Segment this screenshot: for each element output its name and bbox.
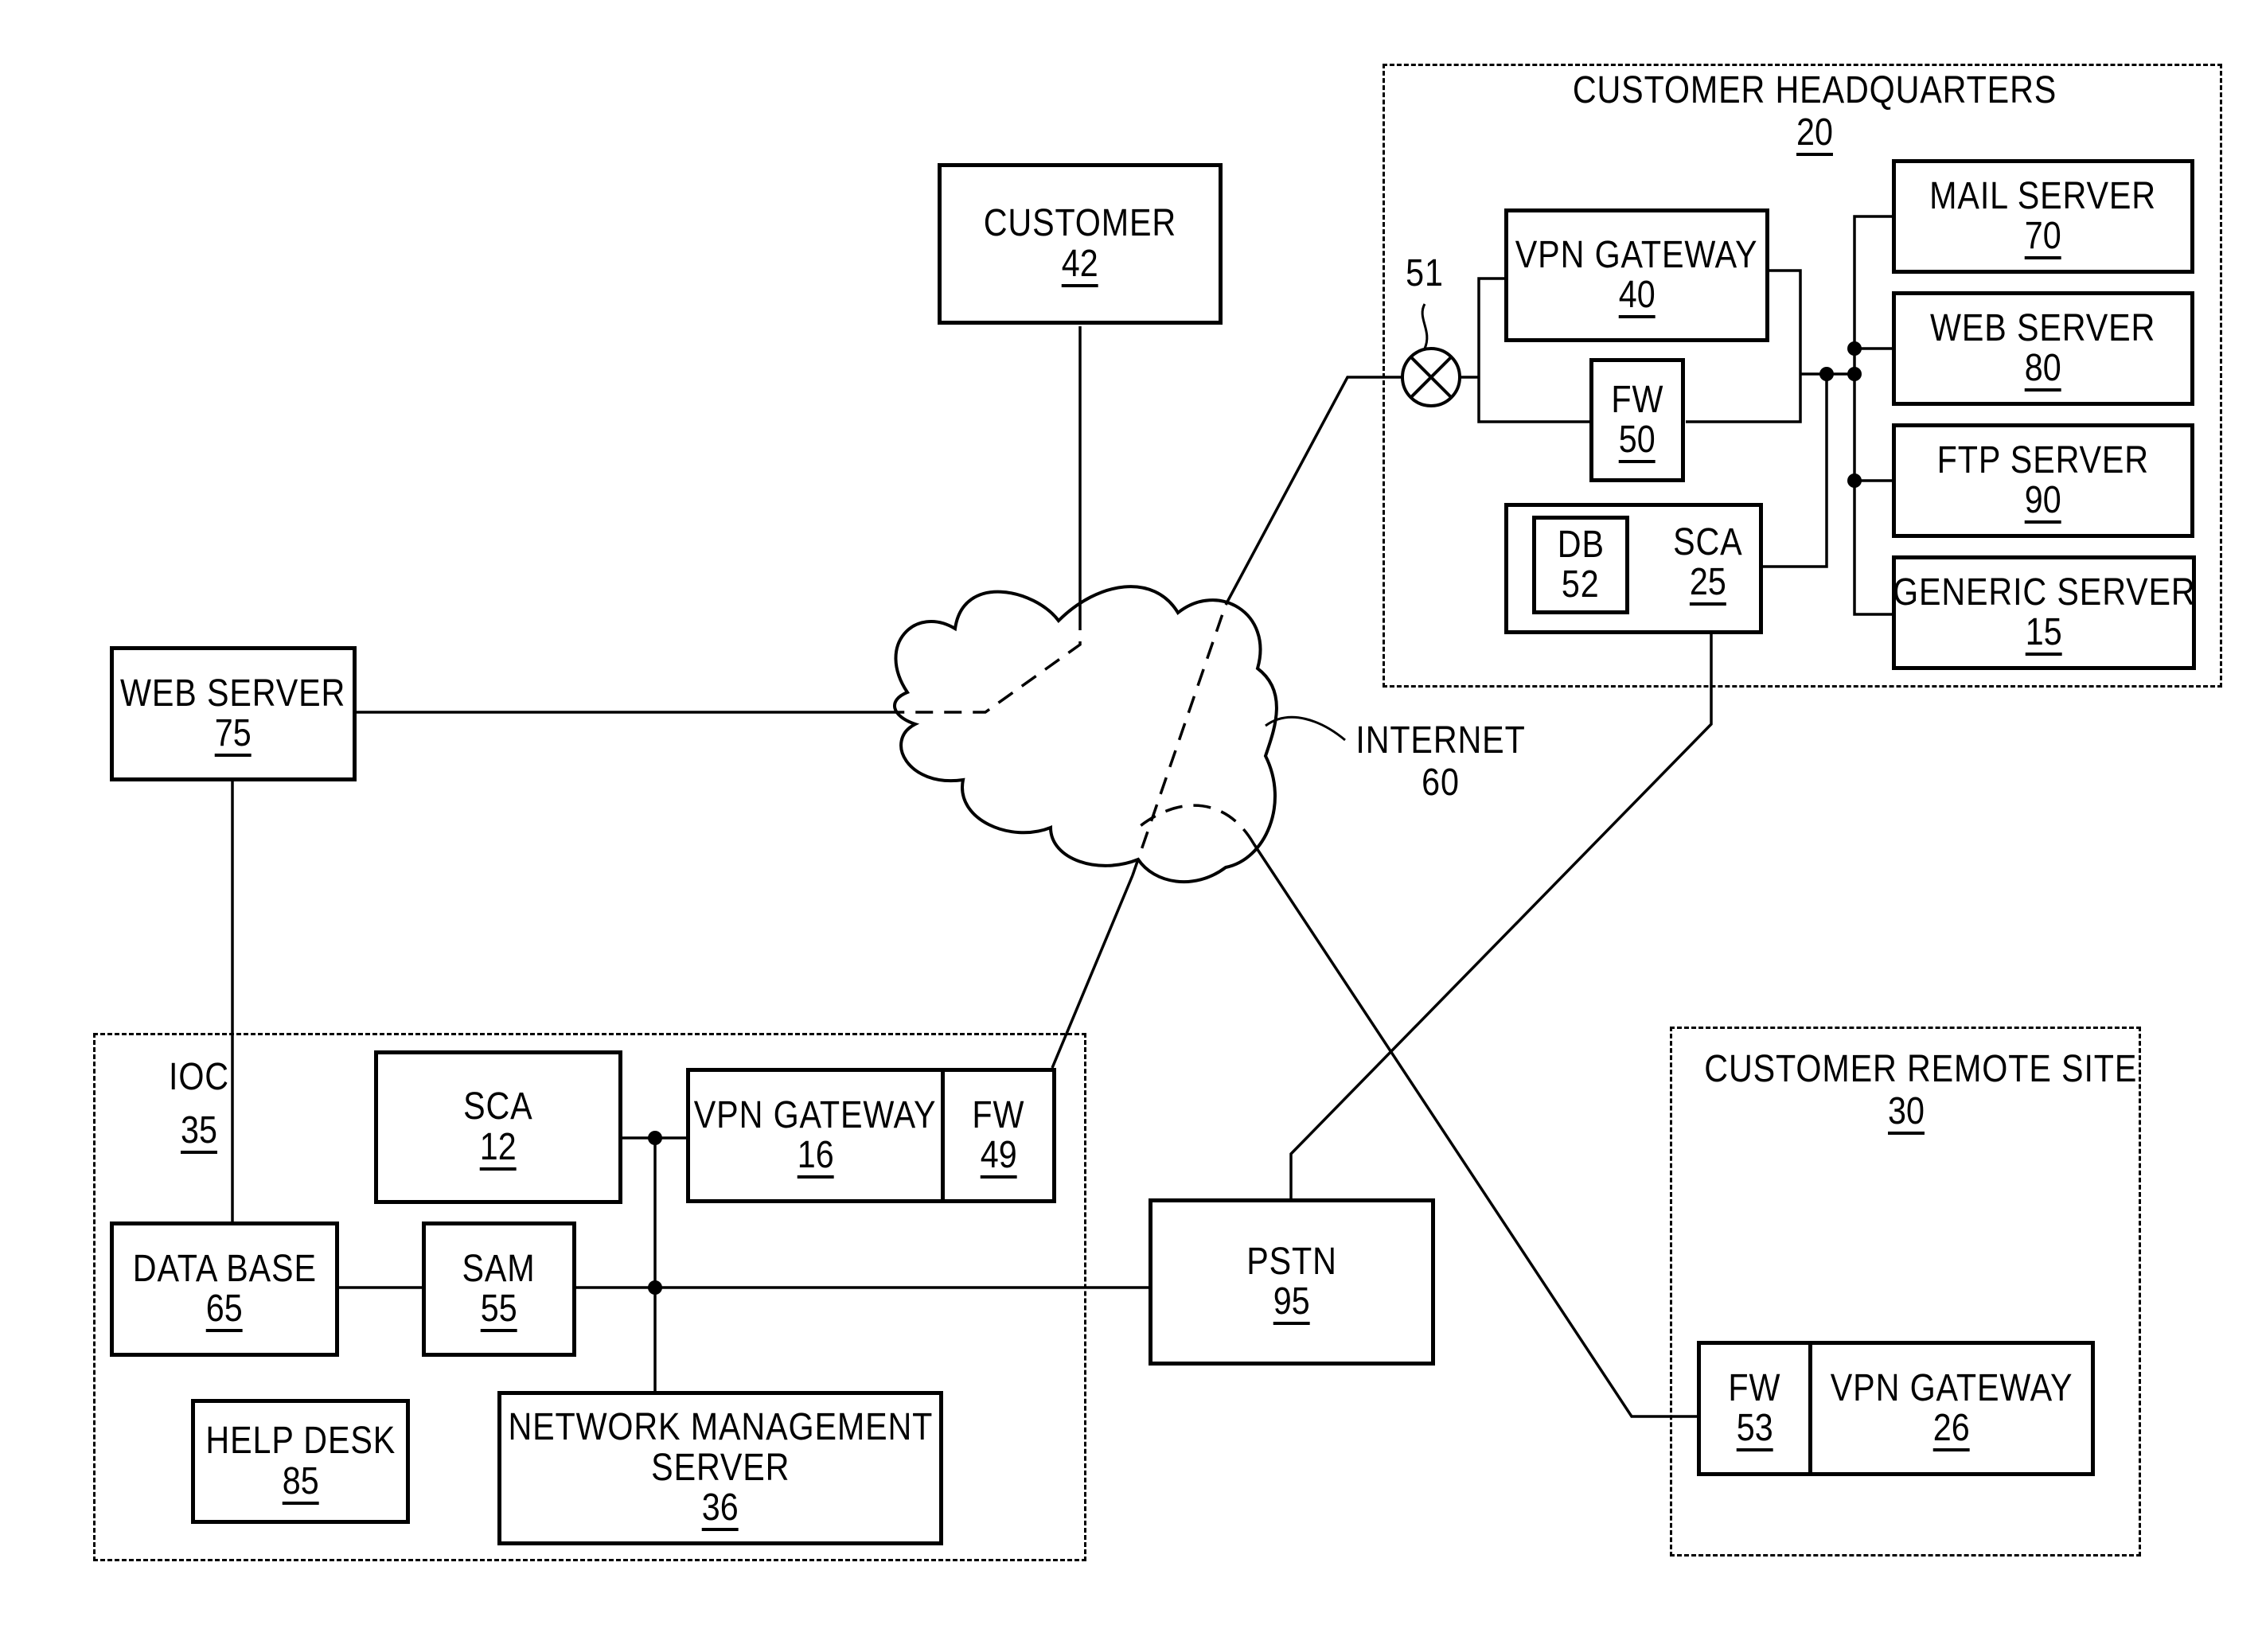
- hq-title: CUSTOMER HEADQUARTERS 20: [1572, 69, 2057, 154]
- node-generic-server[interactable]: GENERIC SERVER 15: [1892, 555, 2196, 670]
- internet-label: INTERNET 60: [1355, 719, 1526, 804]
- node-ftp-server[interactable]: FTP SERVER 90: [1892, 423, 2194, 538]
- node-fw-53[interactable]: FW 53: [1697, 1341, 1812, 1476]
- node-fw-49[interactable]: FW 49: [941, 1068, 1056, 1203]
- node-vpn-gateway-26[interactable]: VPN GATEWAY 26: [1808, 1341, 2095, 1476]
- node-customer[interactable]: CUSTOMER 42: [938, 163, 1223, 325]
- wire-customer-cloud-dashed: [895, 613, 1082, 714]
- wire-pstn-sca25: [1289, 633, 1713, 1200]
- node-data-base[interactable]: DATA BASE 65: [110, 1221, 339, 1357]
- wire-fw49-cloud-dashed: [1131, 604, 1227, 876]
- node-db-52[interactable]: DB 52: [1532, 516, 1629, 614]
- internet-cloud-icon: [893, 585, 1278, 884]
- node-fw-50[interactable]: FW 50: [1589, 358, 1685, 482]
- node-sca-12[interactable]: SCA 12: [374, 1050, 622, 1204]
- ioc-title: IOC 35: [169, 1056, 229, 1151]
- node-web-server-75[interactable]: WEB SERVER 75: [110, 646, 357, 781]
- remote-title: CUSTOMER REMOTE SITE 30: [1704, 1048, 2138, 1132]
- node-mail-server[interactable]: MAIL SERVER 70: [1892, 159, 2194, 274]
- internet-leader-line: [1265, 715, 1346, 742]
- node-vpn-gateway-16[interactable]: VPN GATEWAY 16: [686, 1068, 945, 1203]
- node-help-desk[interactable]: HELP DESK 85: [191, 1399, 410, 1524]
- node-pstn[interactable]: PSTN 95: [1149, 1198, 1435, 1366]
- node-web-server-80[interactable]: WEB SERVER 80: [1892, 291, 2194, 406]
- node-vpn-gateway-40[interactable]: VPN GATEWAY 40: [1504, 208, 1769, 342]
- switch-51-label: 51: [1406, 252, 1444, 294]
- wire-cloud-switch51: [1224, 376, 1402, 606]
- node-network-management-server[interactable]: NETWORK MANAGEMENT SERVER 36: [497, 1391, 943, 1545]
- node-sam[interactable]: SAM 55: [422, 1221, 576, 1357]
